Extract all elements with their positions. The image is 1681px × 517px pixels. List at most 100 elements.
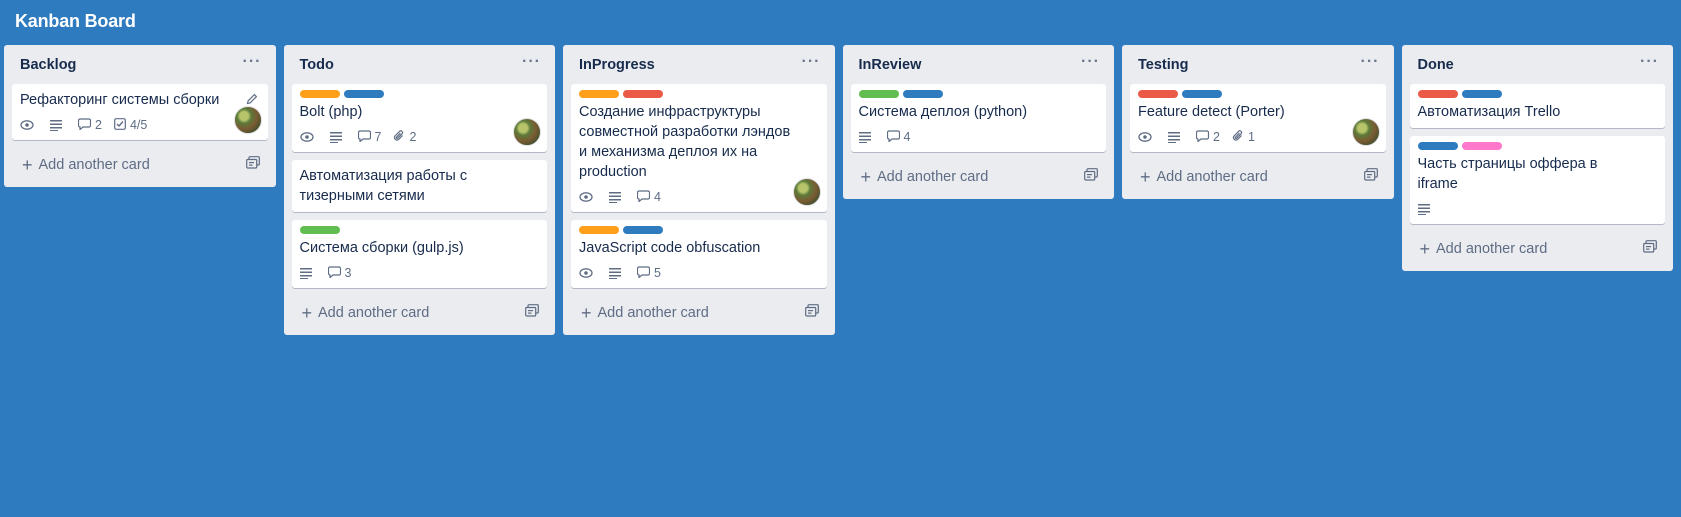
add-card-left: + Add another card — [1140, 166, 1268, 187]
list-header: Todo ··· — [292, 45, 548, 84]
add-card-button[interactable]: + Add another card — [1410, 232, 1666, 265]
create-from-template-icon[interactable] — [1643, 240, 1657, 257]
card[interactable]: Bolt (php) 72 — [291, 84, 547, 152]
member-avatar[interactable] — [233, 106, 262, 134]
comments-count: 7 — [374, 130, 382, 144]
card-badges — [1417, 200, 1658, 218]
add-card-left: + Add another card — [1419, 238, 1548, 259]
plus-icon: + — [1419, 238, 1431, 259]
label-green[interactable] — [858, 90, 899, 98]
label-red[interactable] — [1138, 90, 1178, 98]
attachments-count: 2 — [409, 130, 417, 144]
description-icon — [1417, 203, 1434, 215]
label-orange[interactable] — [299, 90, 340, 98]
card[interactable]: Автоматизация Trello — [1409, 84, 1665, 128]
label-green[interactable] — [299, 226, 340, 234]
list-title[interactable]: InProgress — [579, 57, 655, 73]
card[interactable]: Создание инфраструктуры совместной разра… — [571, 84, 827, 212]
description-icon — [299, 267, 316, 279]
card-labels — [579, 90, 819, 98]
watch-icon — [20, 119, 38, 131]
label-blue[interactable] — [623, 226, 663, 234]
card-badges: 72 — [299, 128, 540, 146]
plus-icon: + — [301, 302, 313, 323]
list-title[interactable]: Testing — [1138, 57, 1188, 73]
card-badges: 5 — [579, 264, 819, 282]
list-menu-icon[interactable]: ··· — [518, 53, 545, 77]
list-menu-icon[interactable]: ··· — [1077, 53, 1104, 77]
comment-icon — [886, 129, 904, 145]
list-menu-icon[interactable]: ··· — [1636, 53, 1663, 77]
plus-icon: + — [1140, 166, 1151, 187]
card[interactable]: JavaScript code obfuscation 5 — [571, 220, 827, 288]
card[interactable]: Система сборки (gulp.js) 3 — [291, 220, 547, 288]
card-title: Рефакторинг системы сборки — [20, 92, 220, 108]
plus-icon: + — [22, 154, 33, 175]
label-pink[interactable] — [1461, 142, 1502, 150]
list-header: InReview ··· — [851, 45, 1107, 84]
label-blue[interactable] — [1417, 142, 1458, 150]
add-card-left: + Add another card — [22, 154, 150, 175]
list-menu-icon[interactable]: ··· — [1357, 53, 1384, 77]
add-card-button[interactable]: + Add another card — [571, 296, 827, 329]
label-red[interactable] — [623, 90, 663, 98]
add-card-button[interactable]: + Add another card — [851, 160, 1107, 193]
add-card-button[interactable]: + Add another card — [292, 296, 548, 329]
list-menu-icon[interactable]: ··· — [798, 53, 825, 77]
card-labels — [1417, 142, 1658, 150]
comment-icon — [77, 117, 95, 133]
label-blue[interactable] — [1182, 90, 1222, 98]
card-title: Часть страницы оффера в iframe — [1417, 156, 1598, 192]
list-title[interactable]: Backlog — [20, 57, 76, 73]
description-icon — [609, 267, 625, 279]
label-orange[interactable] — [579, 90, 619, 98]
description-icon — [50, 119, 66, 131]
create-from-template-icon[interactable] — [804, 304, 819, 321]
label-blue[interactable] — [343, 90, 384, 98]
list-inreview: InReview ··· Система деплоя (python) 4 +… — [842, 45, 1114, 199]
list-title[interactable]: Done — [1418, 57, 1454, 73]
card-labels — [1138, 90, 1378, 98]
watch-icon — [579, 267, 597, 279]
list-title[interactable]: Todo — [300, 57, 334, 73]
create-from-template-icon[interactable] — [1084, 168, 1098, 185]
card-title: Автоматизация работы с тизерными сетями — [299, 168, 468, 204]
card[interactable]: Часть страницы оффера в iframe — [1409, 136, 1665, 224]
comments-badge: 2 — [1195, 129, 1220, 145]
list-header: Testing ··· — [1130, 45, 1386, 84]
member-avatar[interactable] — [792, 178, 821, 206]
board-title[interactable]: Kanban Board — [15, 11, 136, 31]
card-title: Система сборки (gulp.js) — [299, 240, 464, 256]
list-header: InProgress ··· — [571, 45, 827, 84]
list-menu-icon[interactable]: ··· — [239, 53, 266, 77]
label-red[interactable] — [1417, 90, 1458, 98]
create-from-template-icon[interactable] — [245, 156, 260, 173]
lists-container: Backlog ··· Рефакторинг системы сборки 2… — [0, 40, 1681, 335]
comment-icon — [1195, 129, 1213, 145]
add-card-label: Add another card — [38, 156, 150, 173]
card[interactable]: Автоматизация работы с тизерными сетями — [291, 160, 547, 212]
plus-icon: + — [581, 302, 592, 323]
member-avatar[interactable] — [1351, 118, 1380, 146]
label-blue[interactable] — [1461, 90, 1502, 98]
label-blue[interactable] — [902, 90, 943, 98]
add-card-label: Add another card — [1156, 168, 1268, 185]
member-avatar[interactable] — [513, 118, 541, 146]
label-orange[interactable] — [579, 226, 619, 234]
add-card-button[interactable]: + Add another card — [12, 148, 268, 181]
board-header: Kanban Board — [0, 0, 1681, 40]
checklist-icon — [114, 117, 130, 133]
card[interactable]: Рефакторинг системы сборки 2 4/5 — [12, 84, 268, 140]
add-card-button[interactable]: + Add another card — [1130, 160, 1386, 193]
card-labels — [858, 90, 1099, 98]
list-title[interactable]: InReview — [859, 57, 922, 73]
card[interactable]: Feature detect (Porter) 21 — [1130, 84, 1386, 152]
add-card-left: + Add another card — [301, 302, 430, 323]
add-card-label: Add another card — [318, 304, 430, 321]
checklist-count: 4/5 — [129, 118, 148, 132]
edit-pencil-icon[interactable] — [246, 92, 258, 108]
create-from-template-icon[interactable] — [525, 304, 539, 321]
add-card-label: Add another card — [1436, 240, 1548, 257]
create-from-template-icon[interactable] — [1363, 168, 1378, 185]
card[interactable]: Система деплоя (python) 4 — [850, 84, 1106, 152]
